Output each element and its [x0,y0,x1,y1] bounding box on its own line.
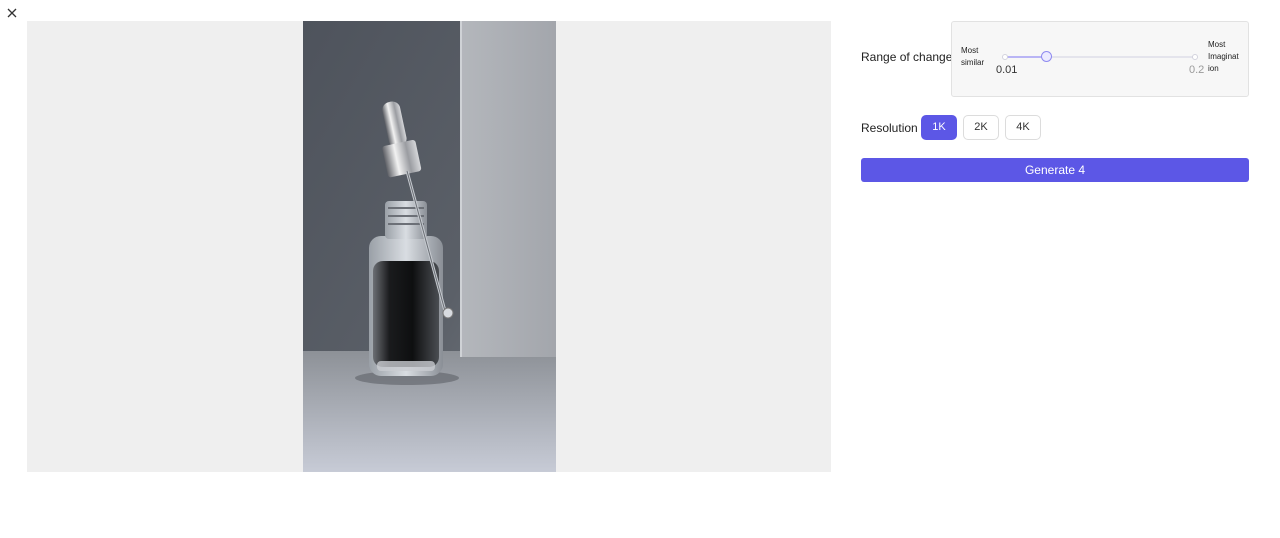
range-of-change-label: Range of change [861,50,953,64]
range-slider-fill [1004,56,1047,58]
most-imagination-label: Most Imaginat ion [1208,40,1239,73]
settings-panel: Range of change Most similar Most Imagin… [861,21,1249,182]
image-preview-area [27,21,831,472]
generate-button[interactable]: Generate 4 [861,158,1249,182]
close-icon [7,8,17,18]
resolution-option-2k[interactable]: 2K [963,115,999,140]
resolution-label: Resolution : [861,121,925,135]
slider-end-dot [1192,54,1198,60]
resolution-option-1k[interactable]: 1K [921,115,957,140]
resolution-option-4k[interactable]: 4K [1005,115,1041,140]
range-slider-thumb[interactable] [1041,51,1053,62]
range-max-value: 0.2 [1189,64,1205,76]
most-similar-label: Most similar [961,46,985,67]
range-min-value: 0.01 [996,64,1018,76]
slider-start-dot [1002,54,1008,60]
close-button[interactable] [4,5,20,21]
product-photo [303,21,556,472]
range-slider-track[interactable] [1002,51,1198,62]
range-of-change-row: Range of change Most similar Most Imagin… [861,21,1249,97]
resolution-row: Resolution : 1K 2K 4K [861,115,1249,141]
range-slider-box: Most similar Most Imaginat ion 0.01 0.2 [951,21,1249,97]
